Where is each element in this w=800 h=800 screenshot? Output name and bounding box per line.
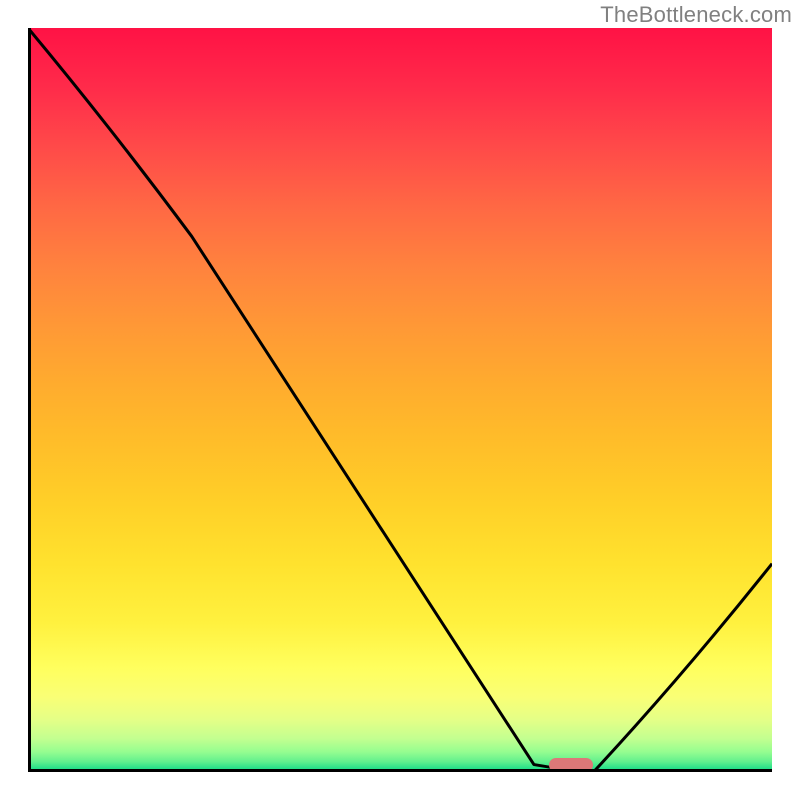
chart-canvas: TheBottleneck.com <box>0 0 800 800</box>
plot-area <box>28 28 772 772</box>
watermark-text: TheBottleneck.com <box>600 2 792 28</box>
x-axis <box>28 769 772 772</box>
y-axis <box>28 28 31 772</box>
bottleneck-curve <box>28 28 772 772</box>
curve-path <box>28 28 772 772</box>
